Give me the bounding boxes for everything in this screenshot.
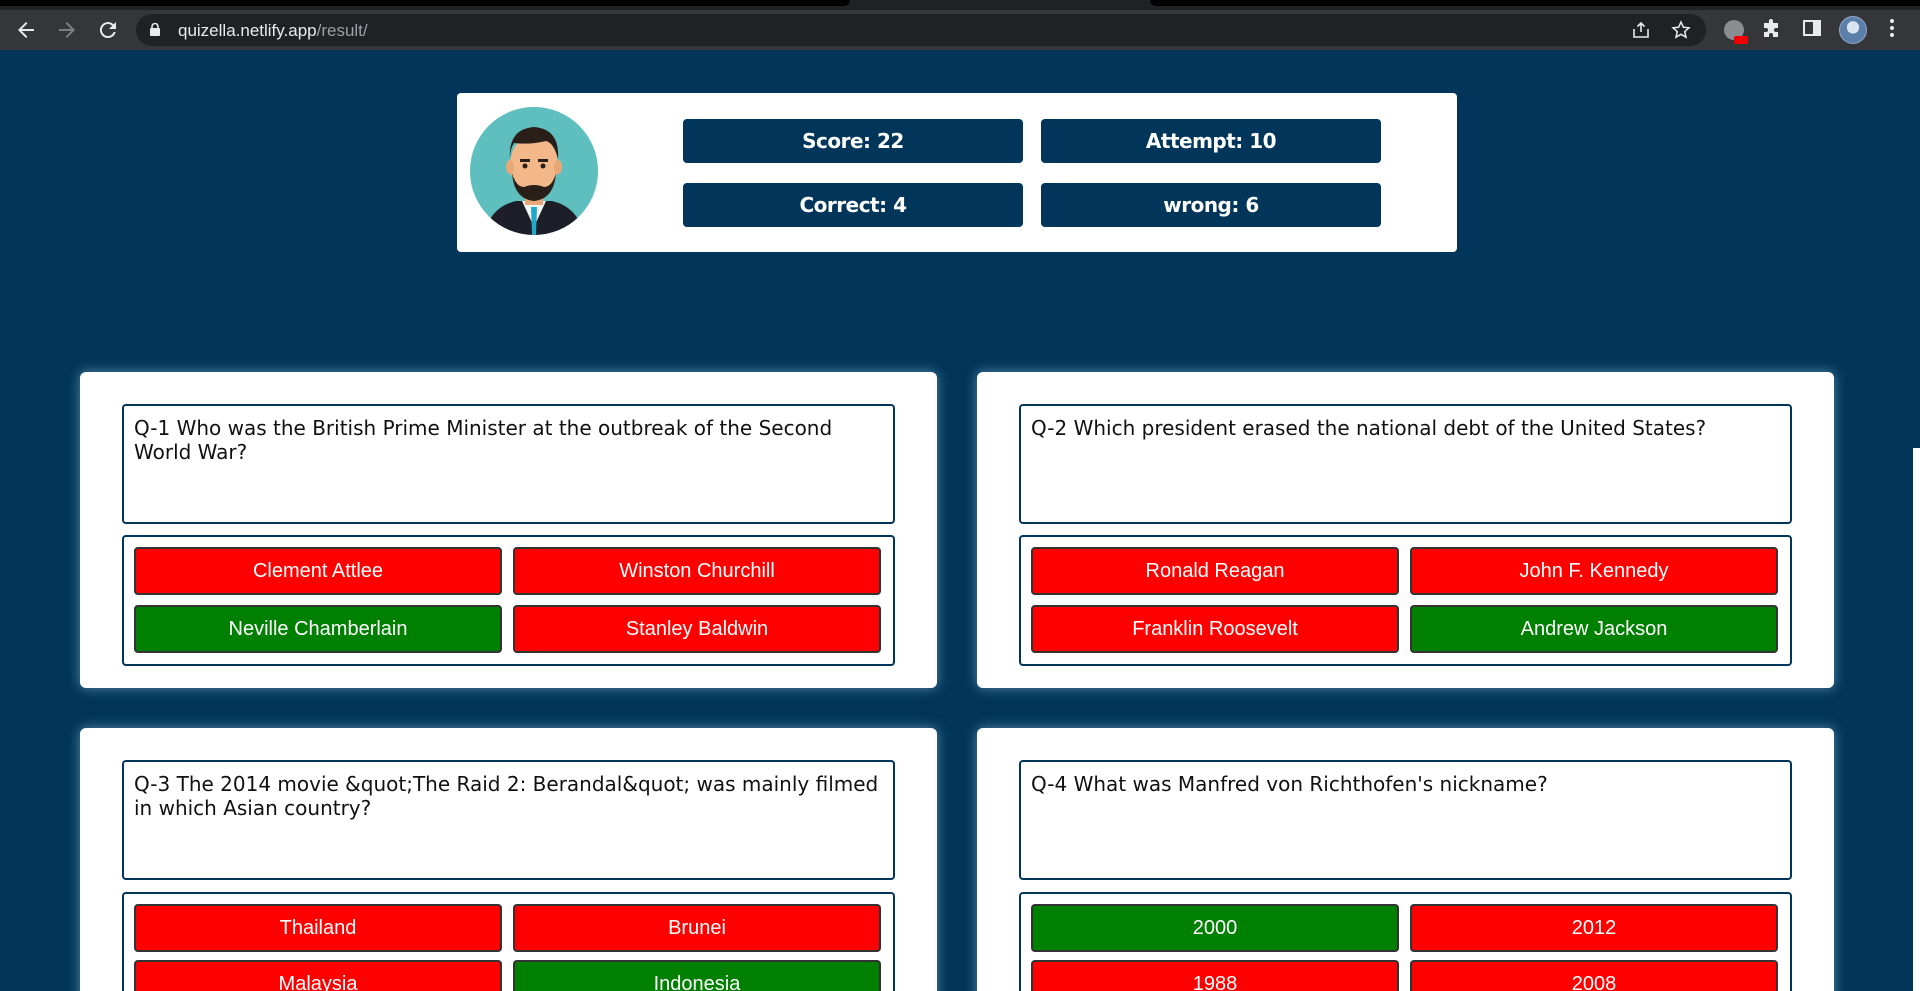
options-panel: 2000 2012 1988 2008	[1019, 892, 1792, 991]
result-summary-card: Score: 22 Attempt: 10 Correct: 4 wrong: …	[457, 93, 1457, 252]
options-panel: Thailand Brunei Malaysia Indonesia	[122, 892, 895, 991]
option-button[interactable]: Winston Churchill	[513, 547, 881, 595]
options-panel: Clement Attlee Winston Churchill Neville…	[122, 535, 895, 666]
tab-strip	[0, 0, 1920, 10]
question-card: Q-4 What was Manfred von Richthofen's ni…	[977, 728, 1834, 991]
side-panel-icon[interactable]	[1800, 18, 1824, 42]
extension-badge-icon[interactable]	[1724, 20, 1748, 44]
question-card: Q-1 Who was the British Prime Minister a…	[80, 372, 937, 688]
star-icon[interactable]	[1671, 20, 1691, 40]
question-text: Q-1 Who was the British Prime Minister a…	[122, 404, 895, 524]
url-path: /result/	[316, 21, 368, 40]
scrollbar-track[interactable]	[1913, 448, 1920, 991]
question-text: Q-2 Which president erased the national …	[1019, 404, 1792, 524]
lock-icon[interactable]	[150, 23, 160, 36]
question-card: Q-3 The 2014 movie &quot;The Raid 2: Ber…	[80, 728, 937, 991]
option-button[interactable]: Indonesia	[513, 960, 881, 991]
url-host: quizella.netlify.app	[178, 21, 317, 40]
option-button[interactable]: Ronald Reagan	[1031, 547, 1399, 595]
options-panel: Ronald Reagan John F. Kennedy Franklin R…	[1019, 535, 1792, 666]
score-badge: Score: 22	[683, 119, 1023, 163]
forward-icon[interactable]	[55, 18, 79, 42]
menu-icon[interactable]	[1880, 18, 1904, 42]
address-bar[interactable]: quizella.netlify.app/result/	[136, 14, 1706, 46]
reload-icon[interactable]	[96, 18, 120, 42]
option-button[interactable]: Andrew Jackson	[1410, 605, 1778, 653]
question-card: Q-2 Which president erased the national …	[977, 372, 1834, 688]
share-icon[interactable]	[1631, 20, 1651, 40]
attempt-badge: Attempt: 10	[1041, 119, 1381, 163]
puzzle-icon[interactable]	[1760, 18, 1784, 42]
browser-tab[interactable]	[1150, 0, 1920, 6]
option-button[interactable]: Franklin Roosevelt	[1031, 605, 1399, 653]
browser-tab[interactable]	[0, 0, 850, 6]
question-text: Q-3 The 2014 movie &quot;The Raid 2: Ber…	[122, 760, 895, 880]
option-button[interactable]: Neville Chamberlain	[134, 605, 502, 653]
option-button[interactable]: Stanley Baldwin	[513, 605, 881, 653]
user-avatar	[470, 107, 598, 235]
option-button[interactable]: Clement Attlee	[134, 547, 502, 595]
question-text: Q-4 What was Manfred von Richthofen's ni…	[1019, 760, 1792, 880]
option-button[interactable]: 2012	[1410, 904, 1778, 952]
option-button[interactable]: 2000	[1031, 904, 1399, 952]
option-button[interactable]: John F. Kennedy	[1410, 547, 1778, 595]
browser-toolbar: quizella.netlify.app/result/	[0, 10, 1920, 50]
wrong-badge: wrong: 6	[1041, 183, 1381, 227]
option-button[interactable]: Thailand	[134, 904, 502, 952]
back-icon[interactable]	[14, 18, 38, 42]
option-button[interactable]: Malaysia	[134, 960, 502, 991]
url-text: quizella.netlify.app/result/	[178, 21, 368, 41]
option-button[interactable]: 1988	[1031, 960, 1399, 991]
option-button[interactable]: 2008	[1410, 960, 1778, 991]
correct-badge: Correct: 4	[683, 183, 1023, 227]
option-button[interactable]: Brunei	[513, 904, 881, 952]
profile-avatar[interactable]	[1839, 16, 1867, 44]
